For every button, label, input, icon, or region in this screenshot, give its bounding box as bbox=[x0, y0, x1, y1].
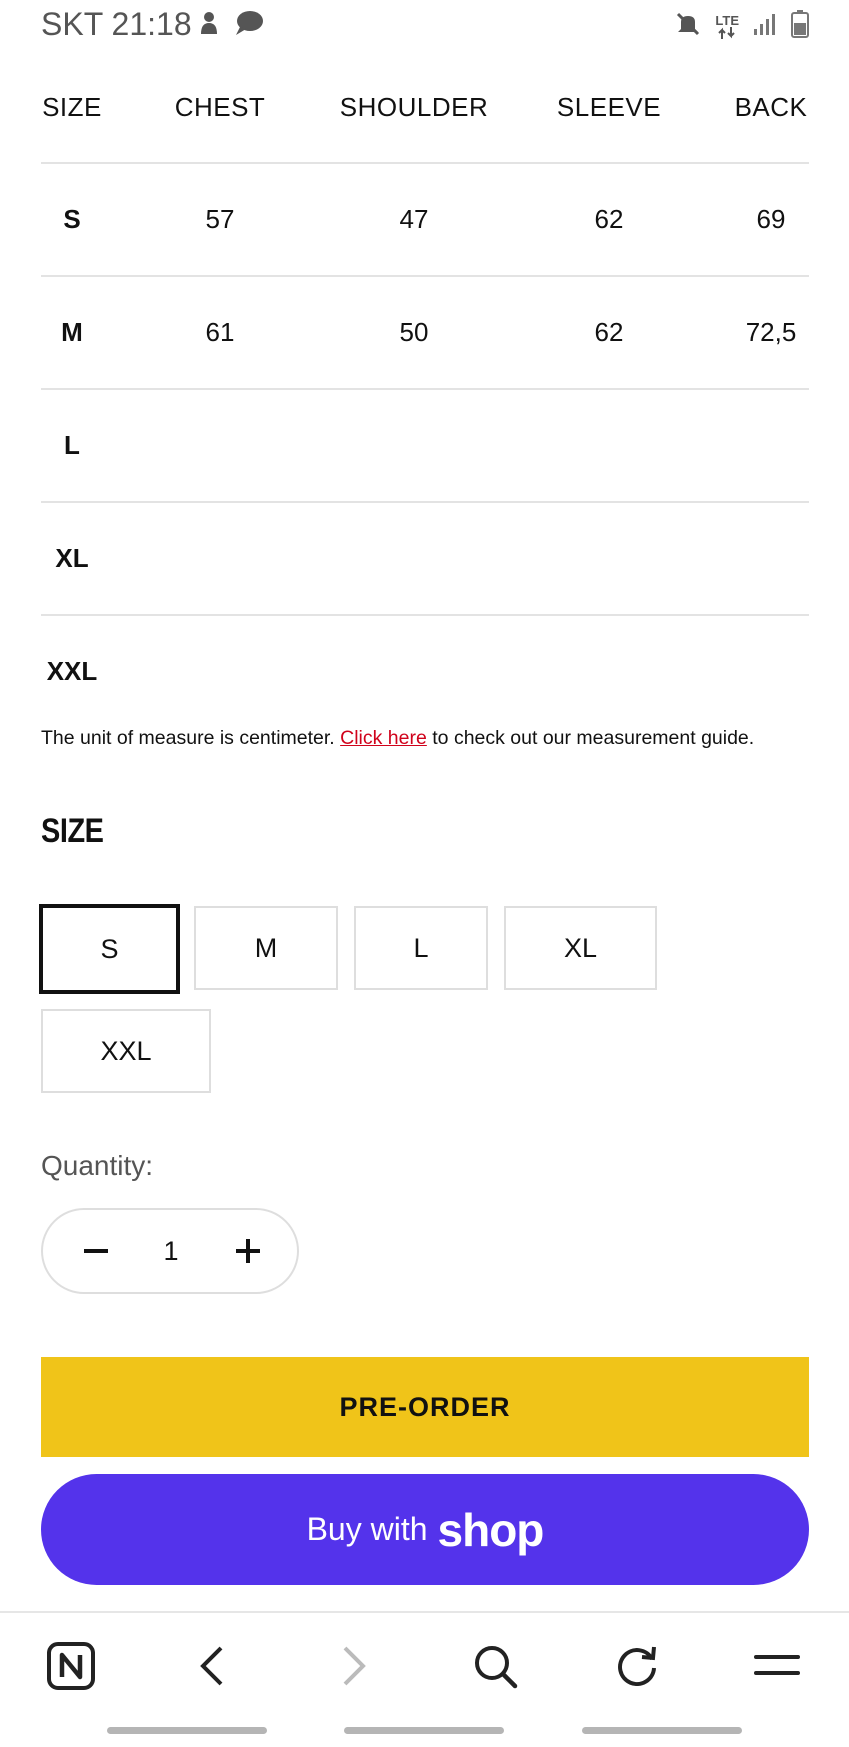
header-shoulder: SHOULDER bbox=[339, 91, 489, 122]
quantity-label: Quantity: bbox=[41, 1150, 154, 1181]
row-size: M bbox=[61, 317, 83, 347]
header-size: SIZE bbox=[42, 91, 102, 122]
header-back: BACK bbox=[734, 91, 808, 122]
browser-nav-bar bbox=[0, 1611, 849, 1717]
status-bar: SKT 21:18 LTE bbox=[0, 0, 849, 52]
table-header-row: SIZE CHEST SHOULDER SLEEVE BACK bbox=[41, 52, 809, 164]
row-back bbox=[726, 390, 816, 501]
decrease-quantity-button[interactable] bbox=[61, 1210, 131, 1292]
row-size: XL bbox=[55, 543, 89, 573]
row-shoulder bbox=[329, 390, 499, 501]
buy-with-shop-button[interactable]: Buy with shop bbox=[41, 1474, 809, 1585]
row-shoulder bbox=[329, 616, 499, 727]
minus-icon bbox=[84, 1249, 108, 1253]
status-time: SKT 21:18 bbox=[41, 6, 192, 42]
size-option-m[interactable]: M bbox=[194, 906, 338, 990]
row-sleeve bbox=[560, 503, 658, 614]
shop-logo: shop bbox=[437, 1503, 545, 1556]
plus-icon bbox=[236, 1239, 260, 1263]
unit-note: The unit of measure is centimeter. Click… bbox=[41, 727, 754, 750]
size-chart-table: SIZE CHEST SHOULDER SLEEVE BACK S 57 47 … bbox=[41, 52, 809, 727]
row-sleeve: 62 bbox=[594, 317, 624, 347]
forward-arrow-icon[interactable] bbox=[330, 1641, 380, 1691]
lte-icon: LTE bbox=[715, 12, 739, 39]
unit-note-text: The unit of measure is centimeter. bbox=[41, 727, 341, 749]
status-right-icons: LTE bbox=[675, 10, 809, 43]
quantity-value[interactable]: 1 bbox=[143, 1210, 199, 1292]
lte-label: LTE bbox=[715, 12, 739, 28]
size-option-l[interactable]: L bbox=[354, 906, 488, 990]
row-size: S bbox=[63, 204, 81, 234]
measurement-guide-link[interactable]: Click here bbox=[340, 727, 427, 749]
row-back bbox=[726, 503, 816, 614]
gesture-handle-left[interactable] bbox=[107, 1727, 267, 1734]
row-size: L bbox=[64, 430, 80, 460]
table-row: S 57 47 62 69 bbox=[41, 164, 809, 277]
row-chest: 61 bbox=[205, 317, 235, 347]
search-icon[interactable] bbox=[470, 1641, 520, 1691]
row-chest: 57 bbox=[205, 204, 235, 234]
row-sleeve: 62 bbox=[594, 204, 624, 234]
row-back: 69 bbox=[756, 204, 786, 234]
buy-with-label: Buy with bbox=[306, 1511, 428, 1547]
pre-order-button[interactable]: PRE-ORDER bbox=[41, 1357, 809, 1457]
row-sleeve bbox=[560, 390, 658, 501]
tabs-n-icon[interactable] bbox=[46, 1641, 96, 1691]
size-option-s[interactable]: S bbox=[39, 904, 180, 994]
reload-icon[interactable] bbox=[612, 1641, 662, 1691]
row-back bbox=[726, 616, 816, 727]
header-sleeve: SLEEVE bbox=[556, 91, 662, 122]
table-row: XL bbox=[41, 503, 809, 616]
row-size: XXL bbox=[46, 656, 98, 686]
quantity-stepper: 1 bbox=[41, 1208, 299, 1294]
row-back: 72,5 bbox=[745, 317, 797, 347]
table-row: M 61 50 62 72,5 bbox=[41, 277, 809, 390]
size-option-xl[interactable]: XL bbox=[504, 906, 657, 990]
increase-quantity-button[interactable] bbox=[213, 1210, 283, 1292]
back-arrow-icon[interactable] bbox=[186, 1641, 236, 1691]
row-shoulder bbox=[329, 503, 499, 614]
mute-icon bbox=[675, 11, 701, 42]
row-chest bbox=[176, 503, 264, 614]
row-shoulder: 50 bbox=[399, 317, 429, 347]
size-option-xxl[interactable]: XXL bbox=[41, 1009, 211, 1093]
table-row: L bbox=[41, 390, 809, 503]
gesture-handle-center[interactable] bbox=[344, 1727, 504, 1734]
battery-icon bbox=[791, 10, 809, 43]
unit-note-text-after: to check out our measurement guide. bbox=[426, 727, 755, 749]
size-heading: SIZE bbox=[41, 812, 104, 850]
table-row: XXL bbox=[41, 616, 809, 727]
gesture-handle-right[interactable] bbox=[582, 1727, 742, 1734]
row-chest bbox=[176, 616, 264, 727]
chat-bubble-icon bbox=[234, 10, 264, 41]
signal-icon bbox=[753, 12, 777, 41]
menu-icon[interactable] bbox=[752, 1641, 802, 1691]
row-chest bbox=[176, 390, 264, 501]
notification-icon bbox=[198, 10, 220, 41]
row-sleeve bbox=[560, 616, 658, 727]
status-left-icons bbox=[198, 10, 264, 41]
header-chest: CHEST bbox=[174, 91, 266, 122]
row-shoulder: 47 bbox=[399, 204, 429, 234]
